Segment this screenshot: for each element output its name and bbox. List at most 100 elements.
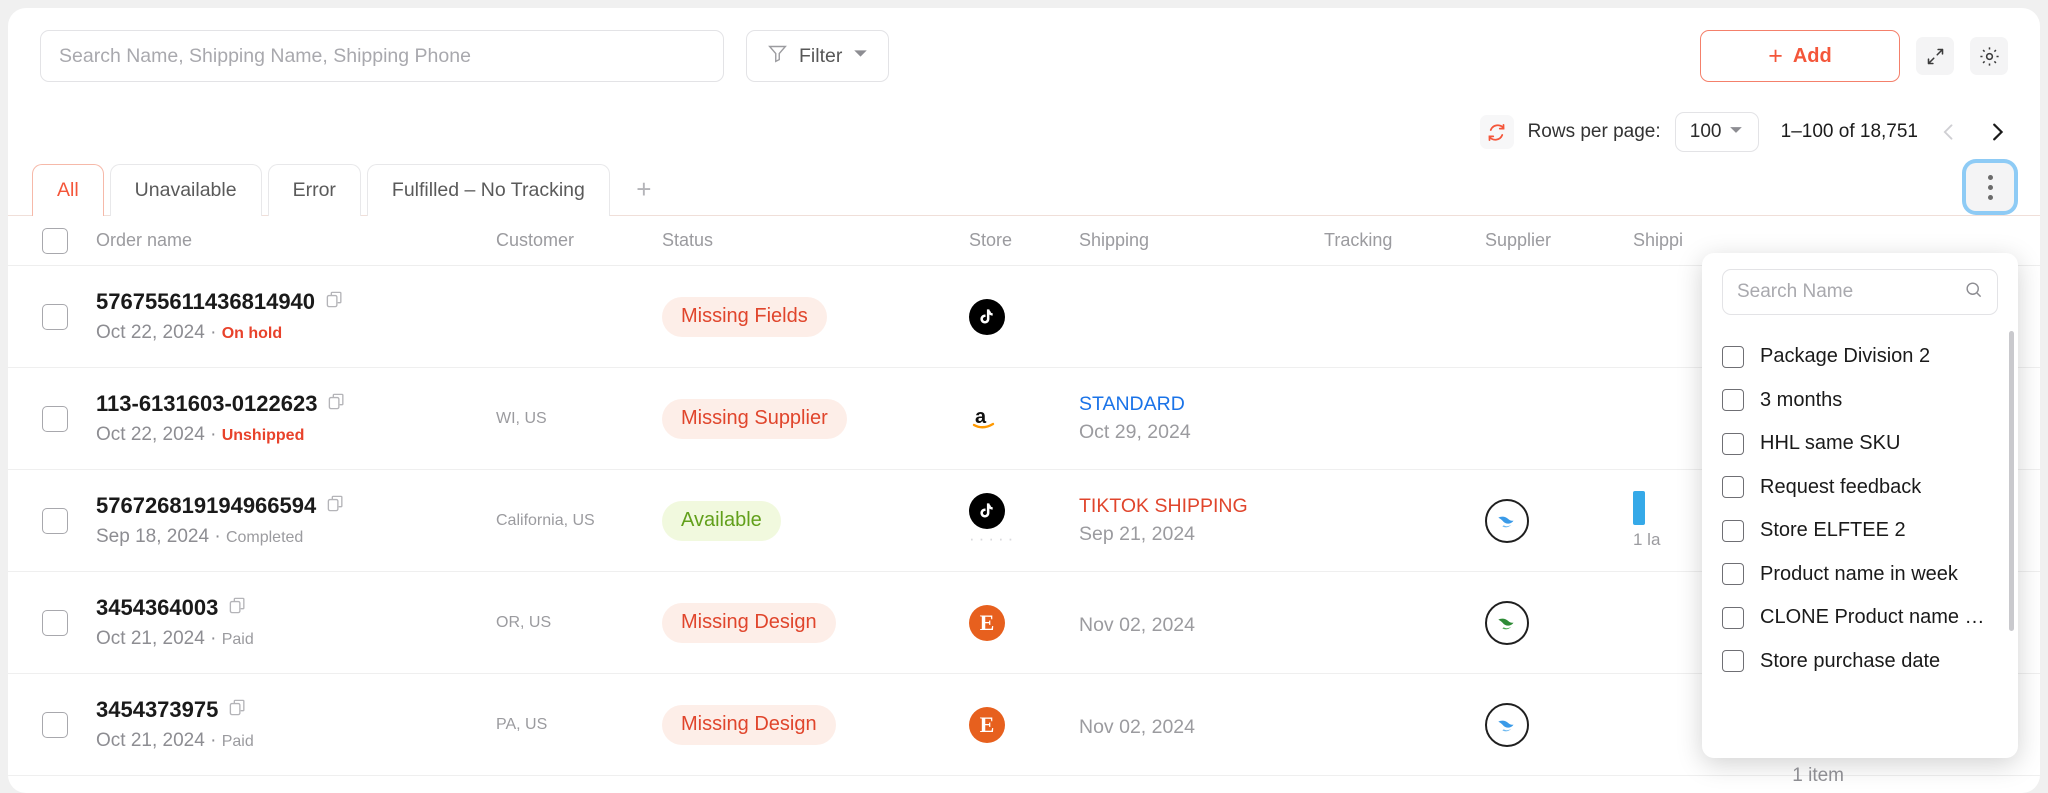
option-label: Package Division 2 (1760, 345, 1931, 368)
dot (1987, 194, 1993, 200)
shipping-cell: Nov 02, 2024 (1079, 711, 1324, 739)
select-all-checkbox[interactable] (42, 227, 68, 254)
dropdown-option[interactable]: Store purchase date (1702, 640, 2018, 684)
tab-fulfilled-no-tracking[interactable]: Fulfilled – No Tracking (366, 164, 610, 216)
dropdown-option[interactable]: HHL same SKU (1702, 422, 2018, 466)
order-state: Unshipped (221, 427, 305, 444)
rows-per-page-select[interactable]: 100 (1674, 112, 1759, 152)
order-cell: 113-6131603-0122623 Oct 22, 2024 · Unshi… (96, 391, 496, 446)
rows-per-page-label: Rows per page: (1527, 121, 1661, 142)
filter-button[interactable]: Filter (746, 30, 890, 82)
copy-icon[interactable] (325, 289, 344, 315)
order-sub: Oct 21, 2024 · Paid (96, 628, 254, 649)
tab-label: Fulfilled – No Tracking (391, 179, 585, 201)
dropdown-option[interactable]: CLONE Product name … (1702, 596, 2018, 640)
option-checkbox[interactable] (1722, 389, 1744, 412)
customer-cell: PA, US (496, 715, 548, 733)
dropdown-option[interactable]: Store ELFTEE 2 (1702, 509, 2018, 553)
more-options-button[interactable] (1966, 163, 2014, 211)
supplier-cell (1485, 600, 1633, 645)
option-label: Store purchase date (1760, 649, 1941, 672)
shipping-method[interactable]: TIKTOK SHIPPING (1079, 495, 1324, 518)
item-count-label: 1 item (1792, 765, 1844, 786)
chevron-down-icon (1729, 123, 1743, 142)
tab-label: All (57, 179, 79, 201)
header-order-name[interactable]: Order name (96, 230, 496, 251)
dropdown-option[interactable]: 3 months (1702, 379, 2018, 423)
copy-icon[interactable] (327, 391, 346, 417)
row-checkbox[interactable] (42, 303, 68, 330)
gear-icon[interactable] (1970, 37, 2008, 75)
row-checkbox[interactable] (42, 609, 68, 636)
add-tab-button[interactable]: + (616, 163, 672, 215)
expand-icon[interactable] (1916, 37, 1954, 75)
order-sub: Oct 22, 2024 · Unshipped (96, 424, 305, 445)
customer-cell: California, US (496, 511, 595, 529)
order-name-text: 3454373975 (96, 697, 219, 722)
page-range-label: 1–100 of 18,751 (1780, 121, 1918, 142)
option-checkbox[interactable] (1722, 650, 1744, 673)
order-date: Oct 21, 2024 (96, 730, 205, 751)
tab-unavailable[interactable]: Unavailable (109, 164, 262, 216)
option-label: HHL same SKU (1760, 432, 1901, 455)
tab-label: Error (292, 179, 336, 201)
rows-per-page-value: 100 (1689, 121, 1722, 142)
copy-icon[interactable] (326, 493, 345, 519)
option-checkbox[interactable] (1722, 476, 1744, 499)
filter-label: Filter (799, 44, 843, 67)
orders-app-window: Filter + Add (8, 8, 2040, 793)
toolbar-actions: + Add (1700, 30, 2008, 82)
refresh-icon[interactable] (1479, 115, 1514, 149)
option-checkbox[interactable] (1722, 432, 1744, 455)
add-button[interactable]: + Add (1700, 30, 1900, 82)
header-supplier[interactable]: Supplier (1485, 230, 1633, 251)
dropdown-option[interactable]: Request feedback (1702, 466, 2018, 510)
next-page-button[interactable] (1980, 115, 2014, 149)
supplier-icon[interactable] (1485, 600, 1529, 645)
copy-icon[interactable] (228, 697, 247, 723)
order-date: Sep 18, 2024 (96, 526, 210, 547)
order-cell: 576755611436814940 Oct 22, 2024 · On hol… (96, 289, 496, 344)
header-store[interactable]: Store (969, 230, 1079, 251)
etsy-icon: E (969, 604, 1005, 641)
order-name: 113-6131603-0122623 (96, 391, 496, 417)
header-shipping-2[interactable]: Shippi (1633, 230, 1813, 251)
row-checkbox[interactable] (42, 711, 68, 738)
shipping-method[interactable]: STANDARD (1079, 393, 1324, 416)
option-checkbox[interactable] (1722, 563, 1744, 586)
supplier-icon[interactable] (1485, 702, 1529, 747)
option-checkbox[interactable] (1722, 345, 1744, 368)
order-name-text: 113-6131603-0122623 (96, 391, 318, 416)
order-state: Paid (221, 631, 254, 648)
dropdown-option[interactable]: Product name in week (1702, 553, 2018, 597)
amazon-icon: a (969, 401, 1005, 437)
header-shipping[interactable]: Shipping (1079, 230, 1324, 251)
row-checkbox[interactable] (42, 405, 68, 432)
order-state: On hold (221, 325, 283, 342)
tab-error[interactable]: Error (267, 164, 361, 216)
header-tracking[interactable]: Tracking (1324, 230, 1485, 251)
dropdown-search-input[interactable] (1737, 281, 1964, 303)
header-customer[interactable]: Customer (496, 230, 662, 251)
order-state: Paid (221, 733, 254, 750)
supplier-icon[interactable] (1485, 498, 1529, 543)
option-checkbox[interactable] (1722, 519, 1744, 542)
dropdown-option[interactable]: Package Division 2 (1702, 335, 2018, 379)
dropdown-scrollbar[interactable] (2009, 331, 2014, 631)
order-name-text: 3454364003 (96, 595, 219, 620)
order-name: 3454373975 (96, 697, 496, 723)
tab-all[interactable]: All (32, 164, 104, 217)
dropdown-search-box[interactable] (1722, 269, 1998, 315)
search-input[interactable] (59, 44, 705, 68)
option-checkbox[interactable] (1722, 606, 1744, 629)
order-name-text: 576755611436814940 (96, 289, 316, 314)
search-box[interactable] (40, 30, 724, 82)
order-sub: Oct 21, 2024 · Paid (96, 730, 254, 751)
tab-label: Unavailable (134, 179, 237, 201)
copy-icon[interactable] (228, 595, 247, 621)
prev-page-button[interactable] (1932, 115, 1966, 149)
status-badge: Missing Design (662, 602, 836, 643)
header-status[interactable]: Status (662, 230, 969, 251)
row-checkbox[interactable] (42, 507, 68, 534)
order-date: Oct 21, 2024 (96, 628, 205, 649)
